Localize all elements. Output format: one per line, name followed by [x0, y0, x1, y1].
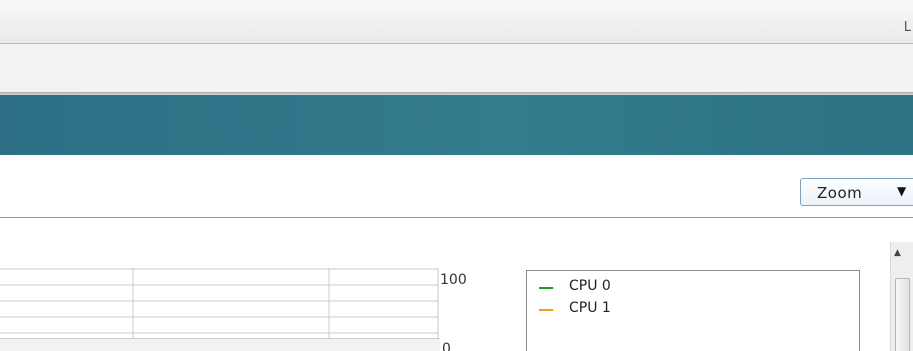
window-title: L	[903, 20, 911, 35]
app-window: L Zoom ▼ 100 0 CPU 0 CPU 1 ▲	[0, 0, 913, 351]
legend-label-cpu1: CPU 1	[569, 300, 611, 316]
window-title-bar[interactable]: L	[0, 12, 913, 44]
zoom-label: Zoom	[817, 184, 863, 202]
zoom-dropdown[interactable]: Zoom ▼	[800, 178, 913, 206]
header-banner	[0, 95, 913, 155]
desktop-background	[0, 0, 913, 12]
scroll-thumb[interactable]	[895, 278, 910, 351]
status-strip	[0, 338, 440, 351]
legend-swatch-cpu1	[539, 309, 553, 311]
y-axis-min-label: 0	[442, 341, 451, 351]
chart-legend: CPU 0 CPU 1	[526, 270, 860, 351]
scroll-up-icon[interactable]: ▲	[894, 248, 901, 258]
legend-swatch-cpu0	[539, 287, 553, 289]
chevron-down-icon: ▼	[897, 184, 907, 198]
vertical-scrollbar[interactable]: ▲	[890, 242, 913, 351]
chart-toolbar: Zoom ▼	[0, 155, 913, 217]
menu-bar	[0, 44, 913, 92]
legend-label-cpu0: CPU 0	[569, 278, 611, 294]
y-axis-max-label: 100	[440, 272, 467, 288]
